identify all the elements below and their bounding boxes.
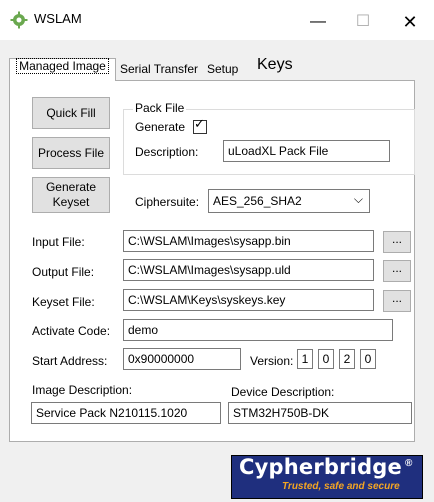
activate-code-field[interactable]: demo — [123, 319, 393, 341]
input-file-label: Input File: — [32, 235, 85, 249]
tab-managed-image[interactable]: Managed Image — [9, 58, 116, 81]
close-button[interactable]: ✕ — [390, 8, 430, 36]
chevron-down-icon: ⌵ — [353, 192, 363, 206]
generate-keyset-label-line2: Keyset — [52, 195, 90, 209]
gear-icon — [10, 11, 28, 29]
output-file-field[interactable]: C:\WSLAM\Images\sysapp.uld — [123, 259, 374, 281]
keyset-file-label: Keyset File: — [32, 295, 95, 309]
logo-tagline: Trusted, safe and secure — [282, 481, 400, 492]
keyset-file-field[interactable]: C:\WSLAM\Keys\syskeys.key — [123, 289, 374, 311]
tab-serial-transfer[interactable]: Serial Transfer — [117, 58, 201, 80]
minimize-button[interactable]: — — [298, 8, 338, 36]
generate-keyset-button[interactable]: Generate Keyset — [32, 177, 110, 213]
tab-label: Managed Image — [16, 58, 109, 74]
generate-label: Generate — [135, 120, 186, 134]
ciphersuite-select[interactable]: AES_256_SHA2 ⌵ — [208, 189, 370, 213]
input-file-browse-button[interactable]: ... — [383, 231, 411, 253]
input-file-field[interactable]: C:\WSLAM\Images\sysapp.bin — [123, 230, 374, 252]
process-file-button[interactable]: Process File — [32, 137, 110, 169]
quick-fill-label: Quick Fill — [46, 105, 96, 120]
description-input[interactable]: uLoadXL Pack File — [223, 140, 390, 162]
tab-setup[interactable]: Setup — [204, 58, 241, 80]
version-build-field[interactable]: 0 — [360, 349, 376, 369]
checkmark-icon: ✓ — [194, 116, 205, 131]
activate-code-label: Activate Code: — [32, 324, 111, 338]
generate-keyset-label-line1: Generate — [45, 180, 97, 194]
output-file-browse-button[interactable]: ... — [383, 260, 411, 282]
start-address-field[interactable]: 0x90000000 — [123, 348, 241, 370]
output-file-label: Output File: — [32, 265, 95, 279]
tab-keys[interactable]: Keys — [254, 52, 296, 78]
keyset-file-browse-button[interactable]: ... — [383, 290, 411, 312]
registered-mark: ® — [405, 458, 413, 469]
pack-file-legend: Pack File — [133, 101, 187, 115]
window-title: WSLAM — [34, 11, 82, 26]
device-description-field[interactable]: STM32H750B-DK — [228, 402, 412, 424]
generate-keyset-label: Generate Keyset — [46, 180, 96, 210]
version-label: Version: — [250, 354, 294, 368]
version-major-field[interactable]: 1 — [297, 349, 313, 369]
quick-fill-button[interactable]: Quick Fill — [32, 97, 110, 129]
version-minor-field[interactable]: 0 — [318, 349, 334, 369]
maximize-button[interactable]: ☐ — [343, 8, 383, 36]
start-address-label: Start Address: — [32, 354, 108, 368]
ciphersuite-label: Ciphersuite: — [135, 195, 200, 209]
image-description-field[interactable]: Service Pack N210115.1020 — [31, 402, 221, 424]
description-label: Description: — [135, 145, 199, 159]
device-description-label: Device Description: — [231, 385, 335, 399]
image-description-label: Image Description: — [32, 383, 133, 397]
process-file-label: Process File — [37, 145, 105, 160]
logo-name: Cypherbridge — [239, 455, 402, 479]
ciphersuite-value: AES_256_SHA2 — [213, 194, 302, 208]
version-patch-field[interactable]: 2 — [339, 349, 355, 369]
